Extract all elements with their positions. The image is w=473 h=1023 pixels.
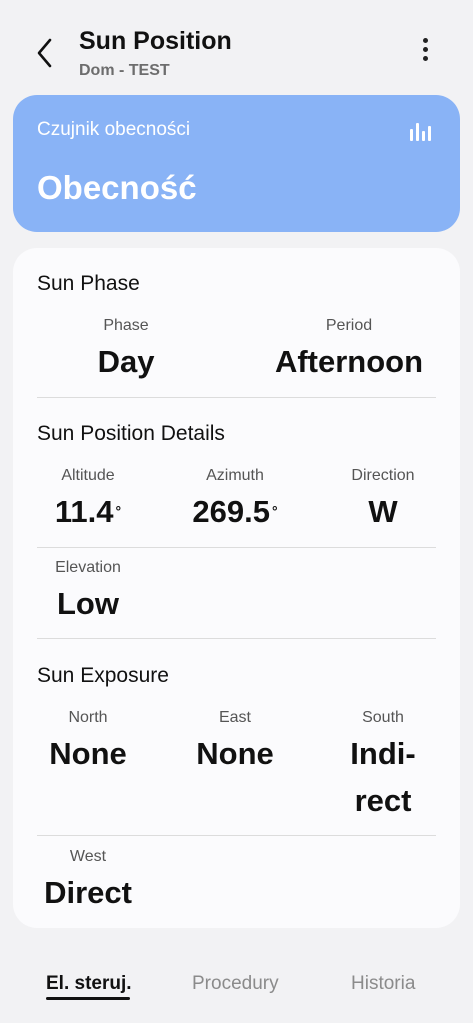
presence-status-card[interactable]: Czujnik obecności Obecność [13, 95, 460, 232]
north-label: North [68, 709, 108, 726]
period-cell: Period Afternoon [259, 317, 439, 386]
direction-cell: Direction W [333, 467, 433, 536]
altitude-value: 11.4 [54, 494, 114, 529]
page-subtitle: Dom - TEST [79, 62, 170, 79]
chevron-left-icon[interactable] [30, 36, 60, 70]
app-header: Sun Position Dom - TEST [0, 0, 473, 92]
sun-details-panel: Sun Phase Phase Day Period Afternoon Sun… [13, 248, 460, 928]
phase-label: Phase [103, 317, 149, 334]
altitude-unit: ° [115, 503, 122, 519]
elevation-cell: Elevation Low [33, 559, 143, 628]
bar-chart-icon[interactable] [410, 121, 432, 141]
azimuth-unit: ° [271, 503, 278, 519]
azimuth-label: Azimuth [206, 467, 264, 484]
south-value-line1: Indi- [350, 736, 416, 771]
section-title-sun-exposure: Sun Exposure [37, 664, 169, 687]
altitude-label: Altitude [61, 467, 115, 484]
elevation-label: Elevation [55, 559, 121, 576]
altitude-cell: Altitude 11.4 ° [33, 467, 143, 536]
west-cell: West Direct [28, 848, 148, 917]
period-value: Afternoon [274, 344, 424, 379]
west-value: Direct [44, 875, 132, 910]
page-title: Sun Position [79, 27, 232, 55]
divider [37, 547, 436, 548]
period-label: Period [325, 317, 373, 334]
presence-status-value: Obecność [37, 169, 197, 206]
active-tab-indicator [46, 997, 130, 1000]
south-value: Indi-rect [328, 731, 438, 824]
section-title-sun-phase: Sun Phase [37, 272, 140, 295]
elevation-value: Low [57, 586, 119, 621]
bottom-tab-bar: El. steruj. Procedury Historia [0, 955, 473, 1023]
north-value: None [49, 736, 127, 771]
sensor-label: Czujnik obecności [37, 119, 191, 140]
divider [37, 638, 436, 639]
azimuth-value-wrap: 269.5 ° [175, 489, 295, 536]
altitude-value-wrap: 11.4 ° [33, 489, 143, 536]
phase-cell: Phase Day [61, 317, 191, 386]
azimuth-value: 269.5 [192, 494, 270, 529]
south-label: South [362, 709, 404, 726]
tab-historia[interactable]: Historia [351, 973, 415, 995]
divider [37, 397, 436, 398]
east-cell: East None [180, 709, 290, 778]
east-value: None [196, 736, 274, 771]
north-cell: North None [33, 709, 143, 778]
section-title-sun-position: Sun Position Details [37, 422, 225, 445]
east-label: East [218, 709, 251, 726]
azimuth-cell: Azimuth 269.5 ° [175, 467, 295, 536]
tab-el-steruj[interactable]: El. steruj. [46, 973, 132, 995]
phase-value: Day [97, 344, 155, 379]
west-label: West [69, 848, 107, 865]
tab-procedury[interactable]: Procedury [192, 973, 279, 995]
direction-label: Direction [351, 467, 415, 484]
divider [37, 835, 436, 836]
south-value-line2: rect [354, 782, 412, 818]
more-vertical-icon[interactable] [414, 38, 436, 68]
direction-value: W [368, 494, 398, 529]
south-cell: South Indi-rect [328, 709, 438, 824]
